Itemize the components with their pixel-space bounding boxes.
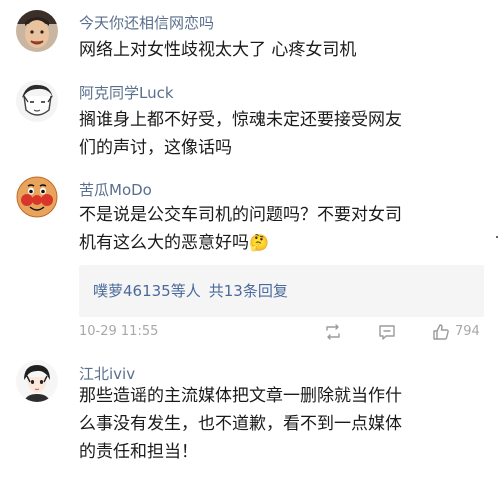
comment-text-line: 么事没有发生，也不道歉，看不到一点媒体: [79, 414, 402, 434]
edge-dot: [496, 236, 498, 238]
user-avatar[interactable]: [16, 360, 58, 402]
comment-username[interactable]: 江北iviv: [79, 363, 135, 384]
comment-text: 那些造谣的主流媒体把文章一删除就当作什 么事没有发生，也不道歉，看不到一点媒体 …: [79, 382, 402, 466]
anime-avatar-icon: [16, 360, 58, 402]
comment-text-line: 的责任和担当！: [79, 442, 198, 462]
comment-text-line: 那些造谣的主流媒体把文章一删除就当作什: [79, 386, 402, 406]
comment-4: 江北iviv 那些造谣的主流媒体把文章一删除就当作什 么事没有发生，也不道歉，看…: [0, 0, 499, 480]
